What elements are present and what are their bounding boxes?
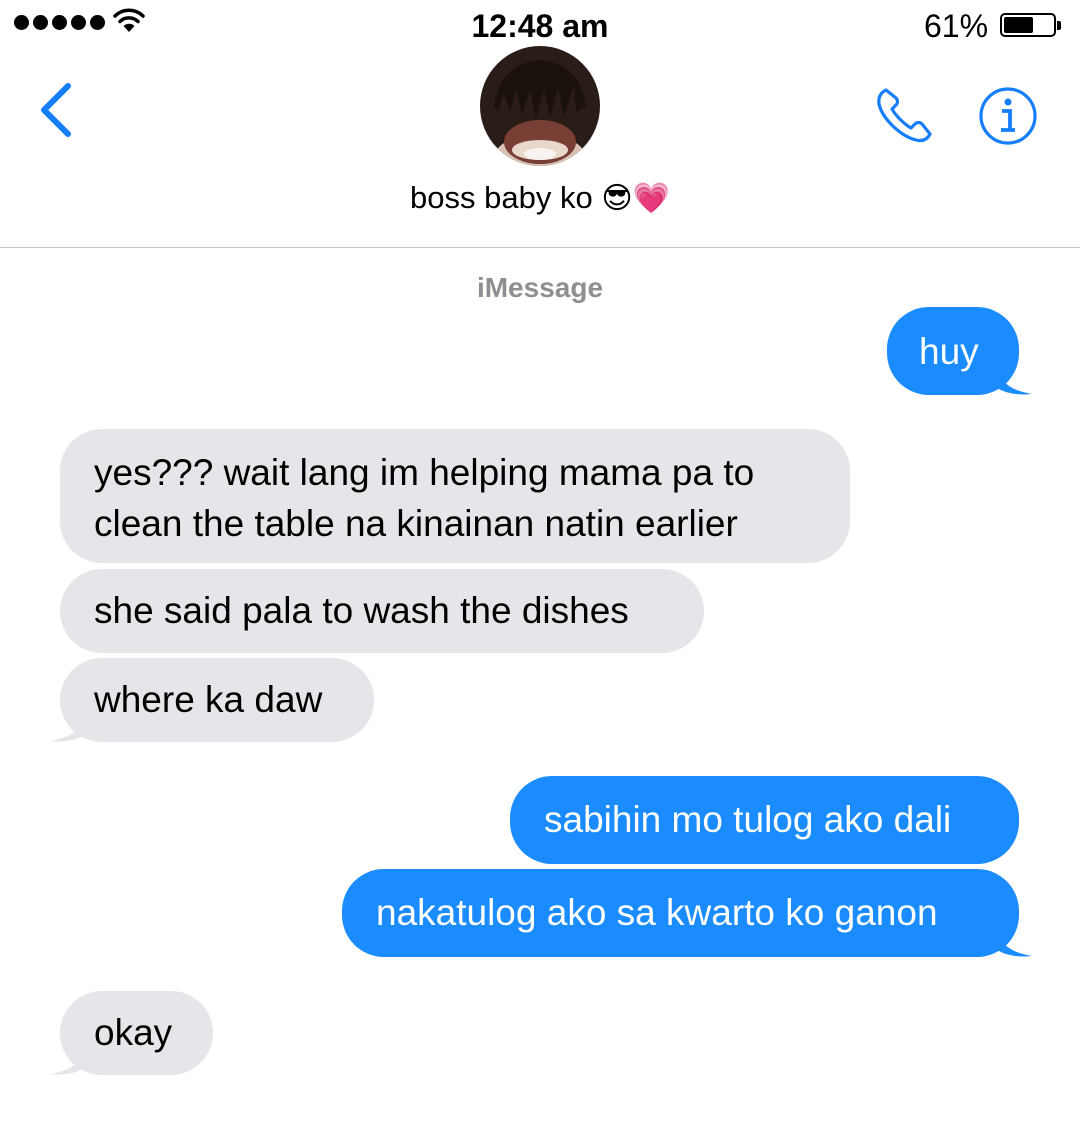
avatar[interactable]: [480, 46, 600, 166]
service-label: iMessage: [476, 272, 604, 303]
message-sent-2[interactable]: sabihin mo tulog ako dali: [510, 776, 1019, 864]
contact-name: boss baby ko: [410, 180, 593, 215]
message-sent-3[interactable]: nakatulog ako sa kwarto ko ganon: [342, 869, 1019, 957]
contact-emoji: 😎💗: [601, 181, 670, 216]
contact-name-row[interactable]: boss baby ko 😎💗: [0, 180, 1080, 216]
message-received-4[interactable]: okay: [60, 991, 213, 1075]
conversation-header: boss baby ko 😎💗: [0, 40, 1080, 248]
info-icon[interactable]: [978, 86, 1038, 146]
message-received-2[interactable]: she said pala to wash the dishes: [60, 569, 704, 653]
phone-icon[interactable]: [874, 84, 936, 146]
message-sent-1[interactable]: huy: [887, 307, 1019, 395]
back-chevron-icon[interactable]: [36, 80, 76, 140]
battery-icon: [1000, 13, 1061, 37]
message-received-1[interactable]: yes??? wait lang im helping mama pa to c…: [60, 429, 850, 563]
battery-level-fill: [1004, 17, 1033, 33]
messages-screen: 12:48 am 61% boss baby ko 😎💗 iMessage hu…: [0, 0, 1080, 1135]
message-received-3[interactable]: where ka daw: [60, 658, 374, 742]
